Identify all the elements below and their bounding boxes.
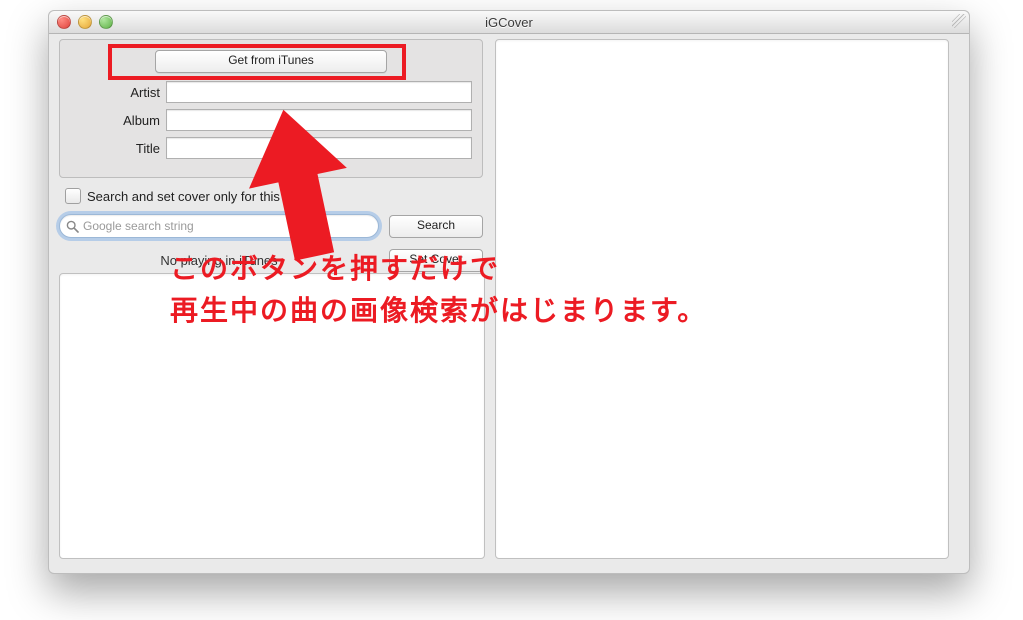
search-placeholder: Google search string xyxy=(83,219,194,233)
preview-panel xyxy=(495,39,949,559)
status-text: No playing in iTunes xyxy=(59,253,379,268)
search-icon xyxy=(66,220,79,233)
title-input[interactable] xyxy=(166,137,472,159)
window-controls xyxy=(57,15,113,29)
artist-input[interactable] xyxy=(166,81,472,103)
window-title: iGCover xyxy=(485,15,533,30)
search-input[interactable]: Google search string xyxy=(59,214,379,238)
results-panel xyxy=(59,273,485,559)
close-icon[interactable] xyxy=(57,15,71,29)
title-label: Title xyxy=(70,141,166,156)
set-cover-button[interactable]: Set Cover xyxy=(389,249,483,272)
artist-row: Artist xyxy=(70,81,472,103)
track-info-group: Get from iTunes Artist Album Title xyxy=(59,39,483,178)
resize-handle-icon[interactable] xyxy=(952,14,966,28)
only-this-track-checkbox[interactable] xyxy=(65,188,81,204)
status-row: No playing in iTunes Set Cover xyxy=(59,248,483,272)
album-input[interactable] xyxy=(166,109,472,131)
titlebar: iGCover xyxy=(49,11,969,34)
only-this-track-label: Search and set cover only for this track xyxy=(87,189,312,204)
artist-label: Artist xyxy=(70,85,166,100)
only-this-track-row: Search and set cover only for this track xyxy=(65,188,483,204)
zoom-icon[interactable] xyxy=(99,15,113,29)
minimize-icon[interactable] xyxy=(78,15,92,29)
search-row: Google search string Search xyxy=(59,214,483,238)
content-area: Get from iTunes Artist Album Title Searc… xyxy=(49,33,969,573)
album-row: Album xyxy=(70,109,472,131)
title-row: Title xyxy=(70,137,472,159)
search-button[interactable]: Search xyxy=(389,215,483,238)
left-column: Get from iTunes Artist Album Title Searc… xyxy=(59,39,483,272)
get-from-itunes-button[interactable]: Get from iTunes xyxy=(155,50,387,73)
app-window: iGCover Get from iTunes Artist Album Tit… xyxy=(48,10,970,574)
album-label: Album xyxy=(70,113,166,128)
